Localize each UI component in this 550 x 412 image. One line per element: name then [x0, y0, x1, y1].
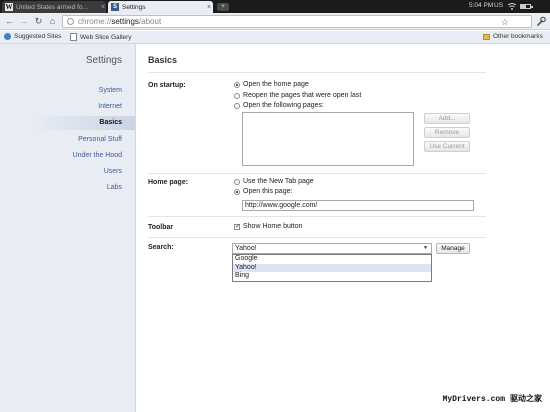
- radio-button[interactable]: [234, 102, 240, 109]
- dropdown-option-yahoo[interactable]: Yahoo!: [233, 263, 431, 272]
- wifi-icon[interactable]: [508, 3, 516, 10]
- radio-label: Reopen the pages that were open last: [243, 92, 362, 99]
- url-host: settings: [111, 17, 139, 26]
- sidebar-item-users[interactable]: Users: [104, 168, 122, 175]
- tab-wikipedia[interactable]: W United States armed fo... ×: [2, 1, 106, 13]
- other-bookmarks[interactable]: Other bookmarks: [483, 33, 543, 40]
- home-button[interactable]: ⌂: [47, 16, 58, 27]
- dropdown-arrow-icon: ▼: [423, 245, 428, 251]
- dropdown-option-google[interactable]: Google: [233, 255, 431, 264]
- battery-icon[interactable]: [520, 4, 533, 9]
- bookmark-suggested-sites[interactable]: Suggested Sites: [4, 33, 61, 40]
- bookmark-label: Suggested Sites: [14, 33, 62, 40]
- folder-icon: [483, 33, 490, 40]
- wikipedia-favicon-icon: W: [5, 3, 13, 11]
- radio-button[interactable]: [234, 92, 240, 99]
- document-icon: [70, 33, 77, 41]
- wrench-menu-icon[interactable]: [536, 16, 546, 27]
- search-label: Search:: [148, 244, 174, 251]
- browser-toolbar: ← → ↻ ⌂ chrome://settings/about ☆: [0, 13, 550, 30]
- bookmark-label: Web Slice Gallery: [80, 33, 132, 41]
- radio-button[interactable]: [234, 178, 240, 185]
- divider: [148, 216, 486, 217]
- tab-strip: W United States armed fo... × S Settings…: [0, 0, 550, 13]
- radio-label: Open the following pages:: [243, 102, 324, 109]
- settings-sidebar: Settings System Internet Basics Personal…: [0, 44, 136, 412]
- add-page-button[interactable]: Add...: [424, 113, 470, 124]
- use-current-button[interactable]: Use Current: [424, 141, 470, 152]
- bookmark-star-icon[interactable]: ☆: [501, 17, 509, 28]
- page-title: Basics: [148, 55, 178, 65]
- radio-label: Open this page:: [243, 188, 293, 195]
- tab-title: Settings: [122, 3, 146, 11]
- watermark-cjk: 驱动之家: [510, 394, 542, 403]
- other-bookmarks-label: Other bookmarks: [493, 33, 543, 40]
- home-page-label: Home page:: [148, 179, 189, 186]
- battery-level: [521, 5, 527, 8]
- show-home-button-option[interactable]: ✓ Show Home button: [234, 223, 303, 230]
- input-locale[interactable]: US: [494, 2, 503, 9]
- startup-pages-list[interactable]: [242, 112, 414, 166]
- sidebar-title: Settings: [85, 55, 122, 66]
- bookmarks-bar: Suggested Sites Web Slice Gallery Other …: [0, 31, 550, 44]
- close-tab-icon[interactable]: ×: [207, 4, 211, 11]
- sidebar-item-under-the-hood[interactable]: Under the Hood: [73, 152, 122, 159]
- new-tab-button[interactable]: +: [217, 3, 229, 11]
- sidebar-item-basics[interactable]: Basics: [99, 119, 122, 126]
- home-option-new-tab[interactable]: Use the New Tab page: [234, 178, 314, 185]
- home-option-open-page[interactable]: Open this page:: [234, 188, 292, 195]
- address-bar[interactable]: chrome://settings/about ☆: [62, 15, 532, 28]
- remove-page-button[interactable]: Remove: [424, 127, 470, 138]
- checkbox[interactable]: ✓: [234, 223, 240, 230]
- startup-option-pages[interactable]: Open the following pages:: [234, 102, 324, 109]
- watermark: MyDrivers.com 驱动之家: [443, 393, 542, 404]
- sidebar-item-labs[interactable]: Labs: [107, 184, 122, 191]
- startup-label: On startup:: [148, 82, 186, 89]
- radio-label: Open the home page: [243, 81, 309, 88]
- ie-icon: [4, 33, 11, 40]
- radio-button[interactable]: [234, 188, 240, 195]
- divider: [148, 173, 486, 174]
- checkbox-label: Show Home button: [243, 223, 303, 230]
- settings-favicon-icon: S: [111, 3, 119, 11]
- home-page-url-input[interactable]: http://www.google.com/: [242, 200, 474, 211]
- dropdown-option-bing[interactable]: Bing: [233, 272, 431, 281]
- watermark-latin: MyDrivers.com: [442, 395, 505, 404]
- divider: [148, 72, 486, 73]
- settings-content: Basics On startup: Open the home page Re…: [136, 44, 550, 412]
- radio-label: Use the New Tab page: [243, 178, 314, 185]
- tab-settings[interactable]: S Settings ×: [108, 1, 213, 13]
- sidebar-item-personal-stuff[interactable]: Personal Stuff: [78, 136, 122, 143]
- divider: [148, 237, 486, 238]
- forward-button[interactable]: →: [18, 16, 29, 27]
- bookmark-web-slice-gallery[interactable]: Web Slice Gallery: [70, 33, 132, 41]
- sidebar-item-internet[interactable]: Internet: [98, 103, 122, 110]
- reload-button[interactable]: ↻: [33, 16, 44, 27]
- tab-title: United States armed fo...: [16, 3, 88, 11]
- sidebar-item-system[interactable]: System: [99, 87, 122, 94]
- back-button[interactable]: ←: [4, 16, 15, 27]
- radio-button[interactable]: [234, 81, 240, 88]
- manage-search-button[interactable]: Manage: [436, 243, 470, 254]
- page-info-icon[interactable]: [67, 18, 74, 25]
- search-engine-select[interactable]: Yahoo! ▼: [232, 243, 432, 254]
- clock: 5:04 PM: [469, 2, 494, 9]
- select-value: Yahoo!: [235, 245, 257, 252]
- startup-option-home[interactable]: Open the home page: [234, 81, 309, 88]
- toolbar-label: Toolbar: [148, 224, 174, 231]
- search-engine-dropdown: Google Yahoo! Bing: [232, 254, 432, 282]
- close-tab-icon[interactable]: ×: [101, 4, 105, 11]
- url-scheme: chrome://: [78, 17, 112, 26]
- url-path: /about: [138, 17, 162, 26]
- startup-option-reopen[interactable]: Reopen the pages that were open last: [234, 92, 361, 99]
